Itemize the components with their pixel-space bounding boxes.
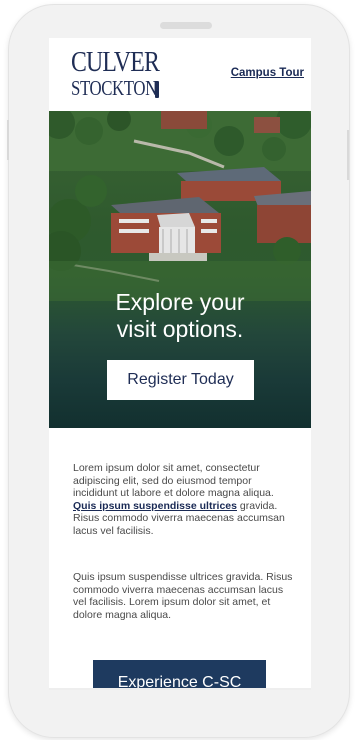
email-screen: CULVER STOCKTON Campus Tour Explore your… bbox=[49, 38, 311, 690]
register-today-button[interactable]: Register Today bbox=[107, 360, 254, 400]
hero-banner: Explore your visit options. Register Tod… bbox=[49, 111, 311, 428]
hero-title-line-2: visit options. bbox=[116, 316, 244, 342]
email-header: CULVER STOCKTON Campus Tour bbox=[49, 38, 311, 111]
hero-title-line-1: Explore your bbox=[115, 289, 245, 315]
campus-tour-link[interactable]: Campus Tour bbox=[231, 67, 304, 79]
logo-line-1: CULVER bbox=[71, 46, 160, 78]
speaker-grille bbox=[160, 22, 212, 29]
paragraph-1-text: Lorem ipsum dolor sit amet, consectetur … bbox=[73, 462, 274, 500]
body-paragraph-1: Lorem ipsum dolor sit amet, consectetur … bbox=[73, 462, 295, 538]
body-paragraph-2: Quis ipsum suspendisse ultrices gravida.… bbox=[73, 571, 293, 621]
logo-line-2: STOCKTON bbox=[71, 76, 157, 100]
volume-button bbox=[7, 120, 9, 160]
logo-seal-icon bbox=[155, 81, 159, 98]
screen-bottom-edge bbox=[49, 688, 311, 690]
experience-csc-button[interactable]: Experience C-SC bbox=[93, 660, 266, 690]
power-button bbox=[347, 130, 349, 180]
quis-ipsum-link[interactable]: Quis ipsum suspendisse ultrices bbox=[73, 500, 237, 512]
culver-stockton-logo[interactable]: CULVER STOCKTON bbox=[71, 47, 161, 103]
hero-title: Explore your visit options. bbox=[49, 289, 311, 343]
